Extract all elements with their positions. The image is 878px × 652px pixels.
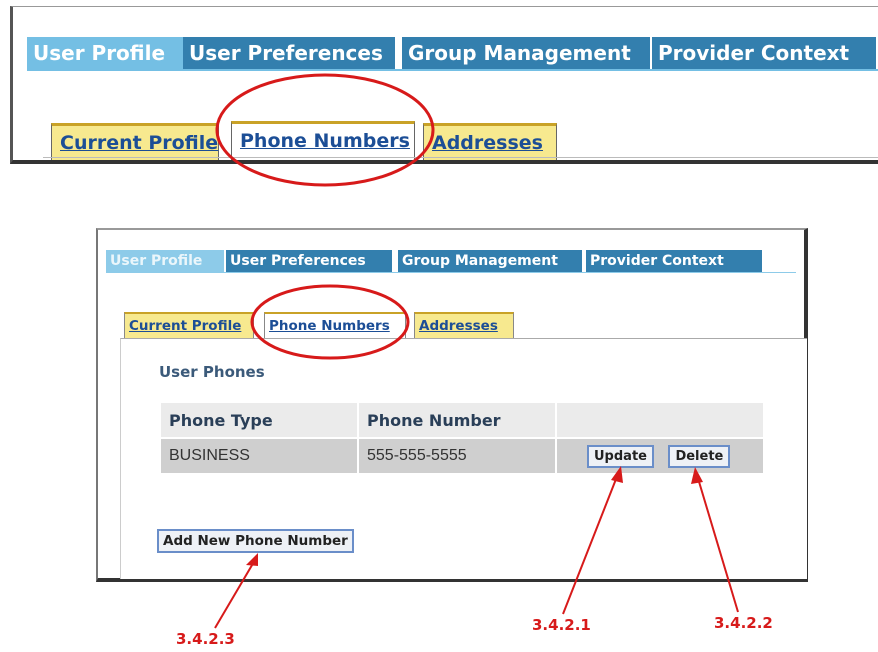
subtab-phone-numbers[interactable]: Phone Numbers [231,121,415,160]
sub-tab-bar: Current Profile Phone Numbers Addresses [124,312,724,338]
sub-tab-bar: Current Profile Phone Numbers Addresses [51,121,878,160]
phones-content: User Phones Phone Type Phone Number BUSI… [120,338,807,579]
tab-user-preferences[interactable]: User Preferences [226,250,392,272]
annotation-update: 3.4.2.1 [532,616,591,634]
main-tab-bar: User Profile User Preferences Group Mana… [27,37,878,69]
annotation-delete: 3.4.2.2 [714,614,773,632]
content-divider [43,157,878,158]
cell-actions: Update Delete [557,439,763,473]
tab-user-profile[interactable]: User Profile [27,37,185,69]
cell-phone-number: 555-555-5555 [359,439,555,473]
header-phone-type: Phone Type [161,403,357,437]
section-title: User Phones [159,363,265,381]
table-row: BUSINESS 555-555-5555 Update Delete [161,439,763,473]
tab-underline [106,272,796,273]
subtab-current-profile[interactable]: Current Profile [124,312,254,338]
table-header-row: Phone Type Phone Number [161,403,763,437]
tab-user-profile[interactable]: User Profile [106,250,224,272]
tab-provider-context[interactable]: Provider Context [586,250,762,272]
tab-group-management[interactable]: Group Management [398,250,582,272]
header-phone-number: Phone Number [359,403,555,437]
add-new-phone-number-button[interactable]: Add New Phone Number [157,529,354,553]
subtab-phone-numbers[interactable]: Phone Numbers [264,312,406,338]
tab-provider-context[interactable]: Provider Context [652,37,876,69]
phones-table: Phone Type Phone Number BUSINESS 555-555… [159,401,765,475]
tab-group-management[interactable]: Group Management [402,37,650,69]
tab-underline [27,69,878,71]
subtab-addresses[interactable]: Addresses [414,312,514,338]
cell-phone-type: BUSINESS [161,439,357,473]
header-actions [557,403,763,437]
update-button[interactable]: Update [587,444,654,468]
tab-user-preferences[interactable]: User Preferences [183,37,395,69]
subtab-current-profile[interactable]: Current Profile [51,123,219,160]
delete-button[interactable]: Delete [668,444,731,468]
phone-numbers-panel: User Profile User Preferences Group Mana… [96,228,808,582]
subtab-addresses[interactable]: Addresses [423,123,557,160]
main-tab-bar: User Profile User Preferences Group Mana… [106,250,806,272]
annotation-add: 3.4.2.3 [176,630,235,648]
zoomed-tab-panel: User Profile User Preferences Group Mana… [10,6,878,164]
